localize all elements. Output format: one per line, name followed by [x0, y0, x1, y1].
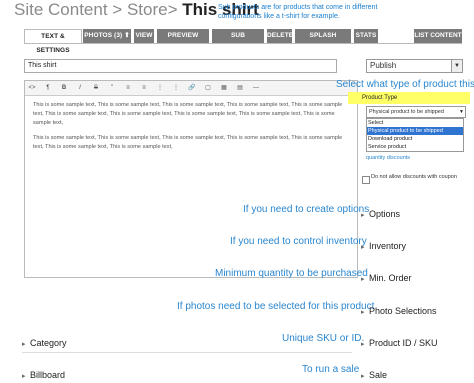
rich-text-editor[interactable]: <> ¶ B I S " ≡ ≡ ⋮ ⋮ 🔗 ▢ ▦ ▤ — This is s… [24, 80, 358, 278]
product-type-select[interactable]: Physical product to be shipped ▼ [366, 106, 466, 118]
section-product-id[interactable]: ▸ Product ID / SKU [361, 333, 438, 351]
section-options[interactable]: ▸ Options [361, 204, 400, 222]
chevron-right-icon: ▸ [22, 341, 26, 348]
tab-splash-window[interactable]: SPLASH WINDOW [295, 29, 351, 53]
section-inventory-label: Inventory [368, 241, 406, 251]
no-discount-checkbox[interactable] [362, 176, 370, 184]
option-select[interactable]: Select [367, 119, 463, 127]
section-category-label: Category [29, 338, 67, 348]
breadcrumb-store[interactable]: Store [127, 0, 168, 19]
min-order-annotation: Minimum quantity to be purchased [215, 268, 368, 279]
video-icon[interactable]: ▤ [235, 83, 245, 93]
sub-products-note: Sub products are for products that come … [218, 4, 378, 20]
code-view-icon[interactable]: <> [27, 83, 37, 93]
title-input[interactable]: This shirt [24, 59, 337, 73]
tab-text-settings[interactable]: TEXT & SETTINGS [24, 29, 82, 54]
sale-annotation: To run a sale [302, 364, 360, 375]
section-photo-selections-label: Photo Selections [368, 306, 437, 316]
no-discount-checkbox-label: Do not allow discounts with coupon [371, 174, 457, 180]
chevron-right-icon: ▸ [361, 341, 365, 348]
section-divider [22, 352, 352, 353]
tab-sub-products[interactable]: SUB PRODUCTS [212, 29, 264, 53]
tab-preview-photo[interactable]: PREVIEW PHOTO [157, 29, 209, 53]
editor-paragraph: This is some sample text, This is some s… [33, 135, 343, 150]
section-billboard-label: Billboard [29, 370, 65, 380]
editor-content[interactable]: This is some sample text, This is some s… [33, 101, 349, 158]
tab-view[interactable]: VIEW [134, 29, 154, 43]
quote-icon[interactable]: " [107, 83, 117, 93]
breadcrumb-separator: > [167, 0, 183, 19]
horizontal-rule-icon[interactable]: — [251, 83, 261, 93]
unordered-list-icon[interactable]: ≡ [123, 83, 133, 93]
chevron-right-icon: ▸ [361, 276, 365, 283]
inventory-annotation: If you need to control inventory [230, 236, 367, 247]
section-sale-label: Sale [368, 370, 387, 380]
italic-icon[interactable]: I [75, 83, 85, 93]
publish-select[interactable]: Publish ▼ [366, 59, 463, 73]
editor-toolbar: <> ¶ B I S " ≡ ≡ ⋮ ⋮ 🔗 ▢ ▦ ▤ — [25, 81, 357, 96]
link-icon[interactable]: 🔗 [187, 83, 197, 93]
section-photo-selections[interactable]: ▸ Photo Selections [361, 301, 437, 319]
tab-photos[interactable]: PHOTOS (3) ⬆ [83, 29, 131, 43]
section-min-order[interactable]: ▸ Min. Order [361, 268, 411, 286]
product-type-options: Select Physical product to be shipped Do… [366, 118, 464, 152]
section-sale[interactable]: ▸ Sale [361, 365, 387, 383]
tab-divider [24, 43, 462, 44]
chevron-right-icon: ▸ [361, 212, 365, 219]
options-annotation: If you need to create options [243, 204, 370, 215]
option-service[interactable]: Service product [367, 143, 463, 151]
paragraph-icon[interactable]: ¶ [43, 83, 53, 93]
image-icon[interactable]: ▢ [203, 83, 213, 93]
chevron-down-icon: ▼ [451, 60, 462, 72]
publish-select-value: Publish [370, 61, 397, 70]
list-content-button[interactable]: LIST CONTENT [414, 29, 462, 43]
bold-icon[interactable]: B [59, 83, 69, 93]
outdent-icon[interactable]: ⋮ [155, 83, 165, 93]
option-physical[interactable]: Physical product to be shipped [367, 127, 463, 135]
indent-icon[interactable]: ⋮ [171, 83, 181, 93]
ordered-list-icon[interactable]: ≡ [139, 83, 149, 93]
section-billboard[interactable]: ▸ Billboard [22, 365, 65, 383]
strikethrough-icon[interactable]: S [91, 83, 101, 93]
chevron-right-icon: ▸ [22, 373, 26, 380]
product-type-select-value: Physical product to be shipped [369, 109, 444, 115]
quantity-discounts-link[interactable]: quantity discounts [366, 155, 410, 161]
table-icon[interactable]: ▦ [219, 83, 229, 93]
chevron-down-icon: ▼ [459, 109, 464, 115]
breadcrumb-separator: > [107, 0, 127, 19]
chevron-right-icon: ▸ [361, 309, 365, 316]
section-inventory[interactable]: ▸ Inventory [361, 236, 406, 254]
product-type-annotation: Select what type of product this is [336, 79, 474, 90]
photo-selections-annotation: If photos need to be selected for this p… [177, 301, 375, 312]
section-product-id-label: Product ID / SKU [368, 338, 438, 348]
section-min-order-label: Min. Order [368, 273, 412, 283]
breadcrumb-site-content[interactable]: Site Content [14, 0, 108, 19]
tab-stats[interactable]: STATS [354, 29, 378, 43]
section-category[interactable]: ▸ Category [22, 333, 67, 351]
sku-annotation: Unique SKU or ID. [282, 333, 365, 344]
chevron-right-icon: ▸ [361, 373, 365, 380]
tab-delete[interactable]: DELETE [267, 29, 293, 43]
editor-paragraph: This is some sample text, This is some s… [33, 102, 343, 126]
section-options-label: Options [368, 209, 400, 219]
chevron-right-icon: ▸ [361, 244, 365, 251]
product-type-label: Product Type [348, 92, 470, 104]
option-download[interactable]: Download product [367, 135, 463, 143]
